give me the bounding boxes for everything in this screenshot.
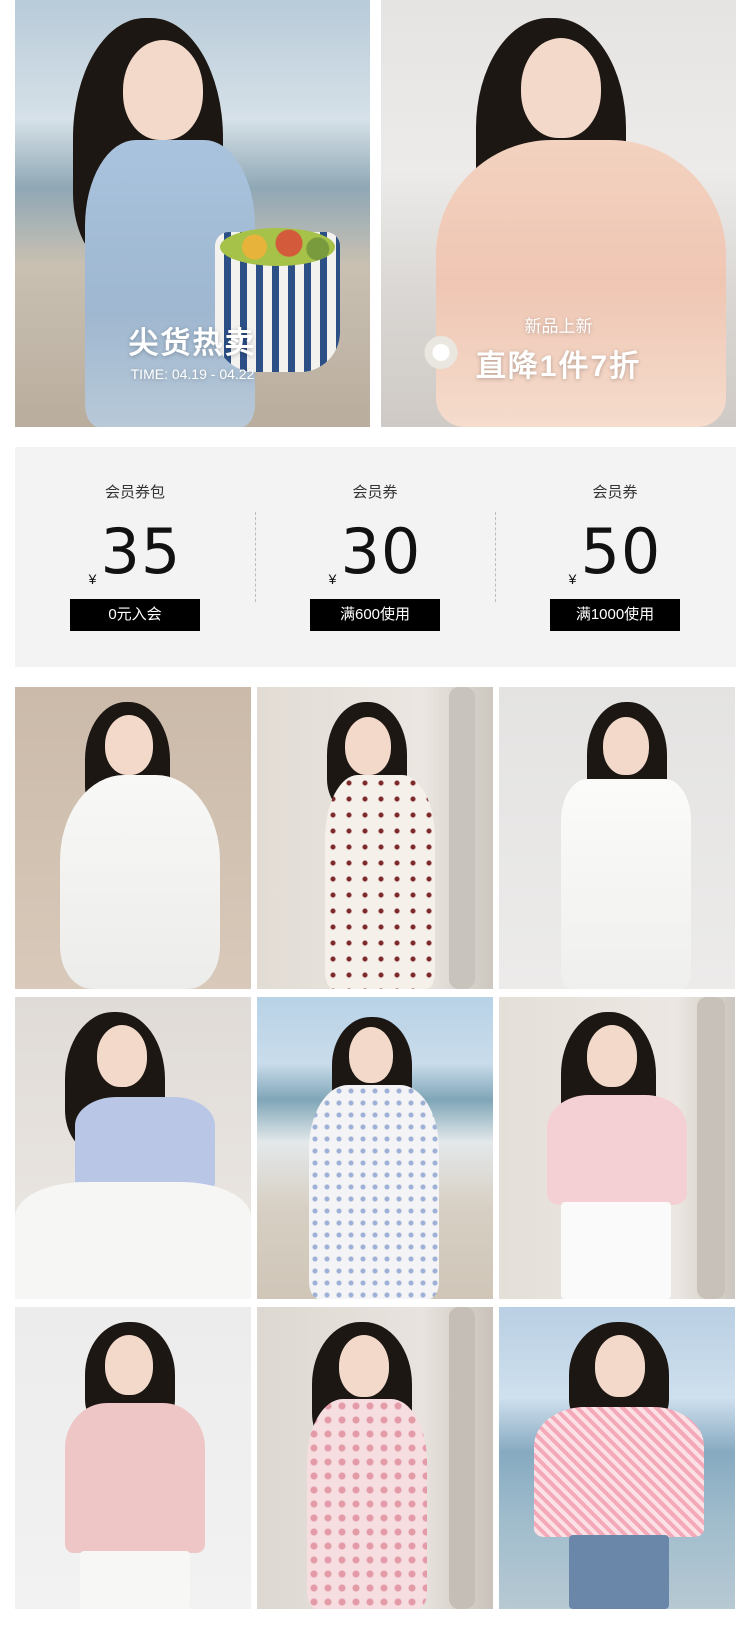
coupon-value: 35 [100,515,182,588]
product-tile-pink-floral-dress[interactable] [257,1307,493,1609]
product-tile-pink-tshirt[interactable] [15,1307,251,1609]
coupon-card-30[interactable]: 会员券 ¥30 满600使用 [255,447,495,667]
coupon-label: 会员券 [352,484,398,501]
coupon-value: 30 [340,515,422,588]
currency-symbol: ¥ [568,571,577,587]
banner-subtitle: 新品上新 [524,317,593,336]
coupon-card-50[interactable]: 会员券 ¥50 满1000使用 [495,447,735,667]
currency-symbol: ¥ [328,571,337,587]
product-tile-polka-dot-dress[interactable] [257,687,493,989]
product-tile-white-slip-dress[interactable] [499,687,735,989]
banner-title: 直降1件7折 [475,350,642,383]
product-tile-blue-ruffle-top[interactable] [15,997,251,1299]
claim-coupon-button[interactable]: 满1000使用 [550,599,680,631]
banner-title: 尖货热卖 [128,327,257,360]
product-tile-floral-dress-cardigan[interactable] [257,997,493,1299]
currency-symbol: ¥ [88,571,97,587]
product-tile-pink-tweed-top[interactable] [499,1307,735,1609]
new-arrivals-banner[interactable]: 新品上新 直降1件7折 [381,0,736,427]
coupon-panel: 会员券包 ¥35 0元入会 会员券 ¥30 满600使用 会员券 ¥50 满10… [15,447,736,667]
join-member-button[interactable]: 0元入会 [70,599,200,631]
coupon-label: 会员券包 [104,484,165,501]
coupon-value: 50 [580,515,662,588]
claim-coupon-button[interactable]: 满600使用 [310,599,440,631]
coupon-label: 会员券 [592,484,638,501]
coupon-amount: ¥30 [255,515,495,588]
banner-date: TIME: 04.19 - 04.22 [130,366,255,382]
coupon-amount: ¥50 [495,515,735,588]
coupon-amount: ¥35 [15,515,255,588]
product-tile-pink-ruffle-blouse[interactable] [499,997,735,1299]
coupon-card-membership-pack[interactable]: 会员券包 ¥35 0元入会 [15,447,255,667]
product-tile-white-puff-sleeve-dress[interactable] [15,687,251,989]
hot-sale-banner[interactable]: 尖货热卖 TIME: 04.19 - 04.22 [15,0,370,427]
